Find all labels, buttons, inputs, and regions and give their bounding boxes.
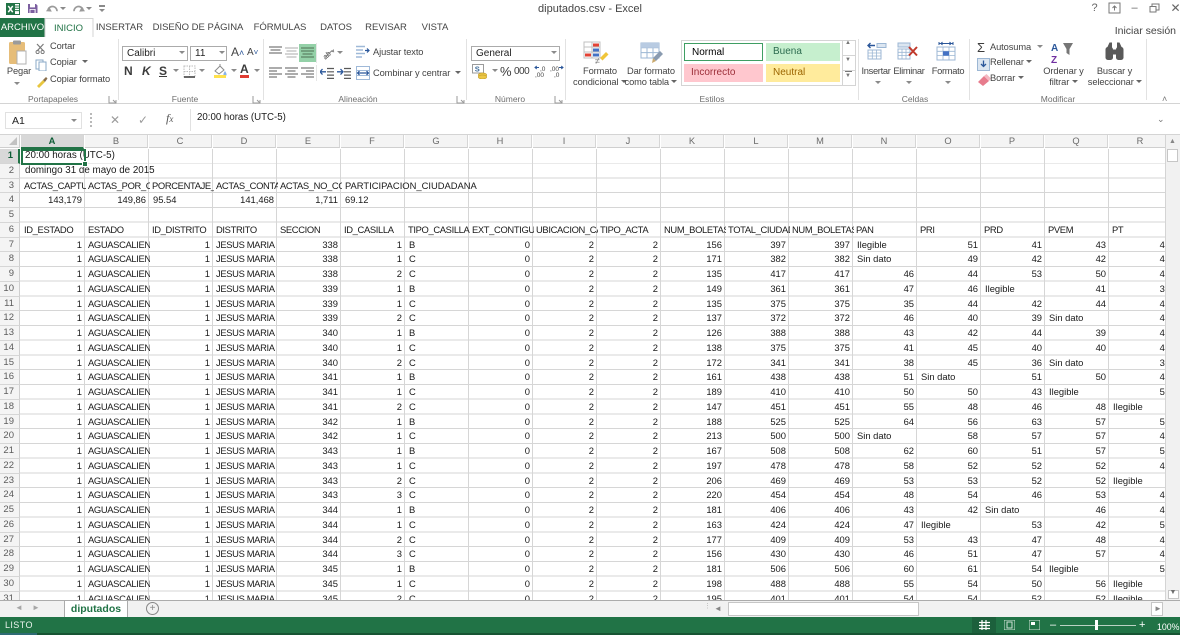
svg-text:,00: ,00 [535, 72, 544, 78]
svg-text:A: A [1051, 43, 1058, 54]
svg-text:,0: ,0 [554, 72, 560, 78]
svg-text:Z: Z [1051, 55, 1057, 65]
svg-text:S: S [475, 65, 480, 74]
svg-text:≠: ≠ [595, 56, 600, 65]
